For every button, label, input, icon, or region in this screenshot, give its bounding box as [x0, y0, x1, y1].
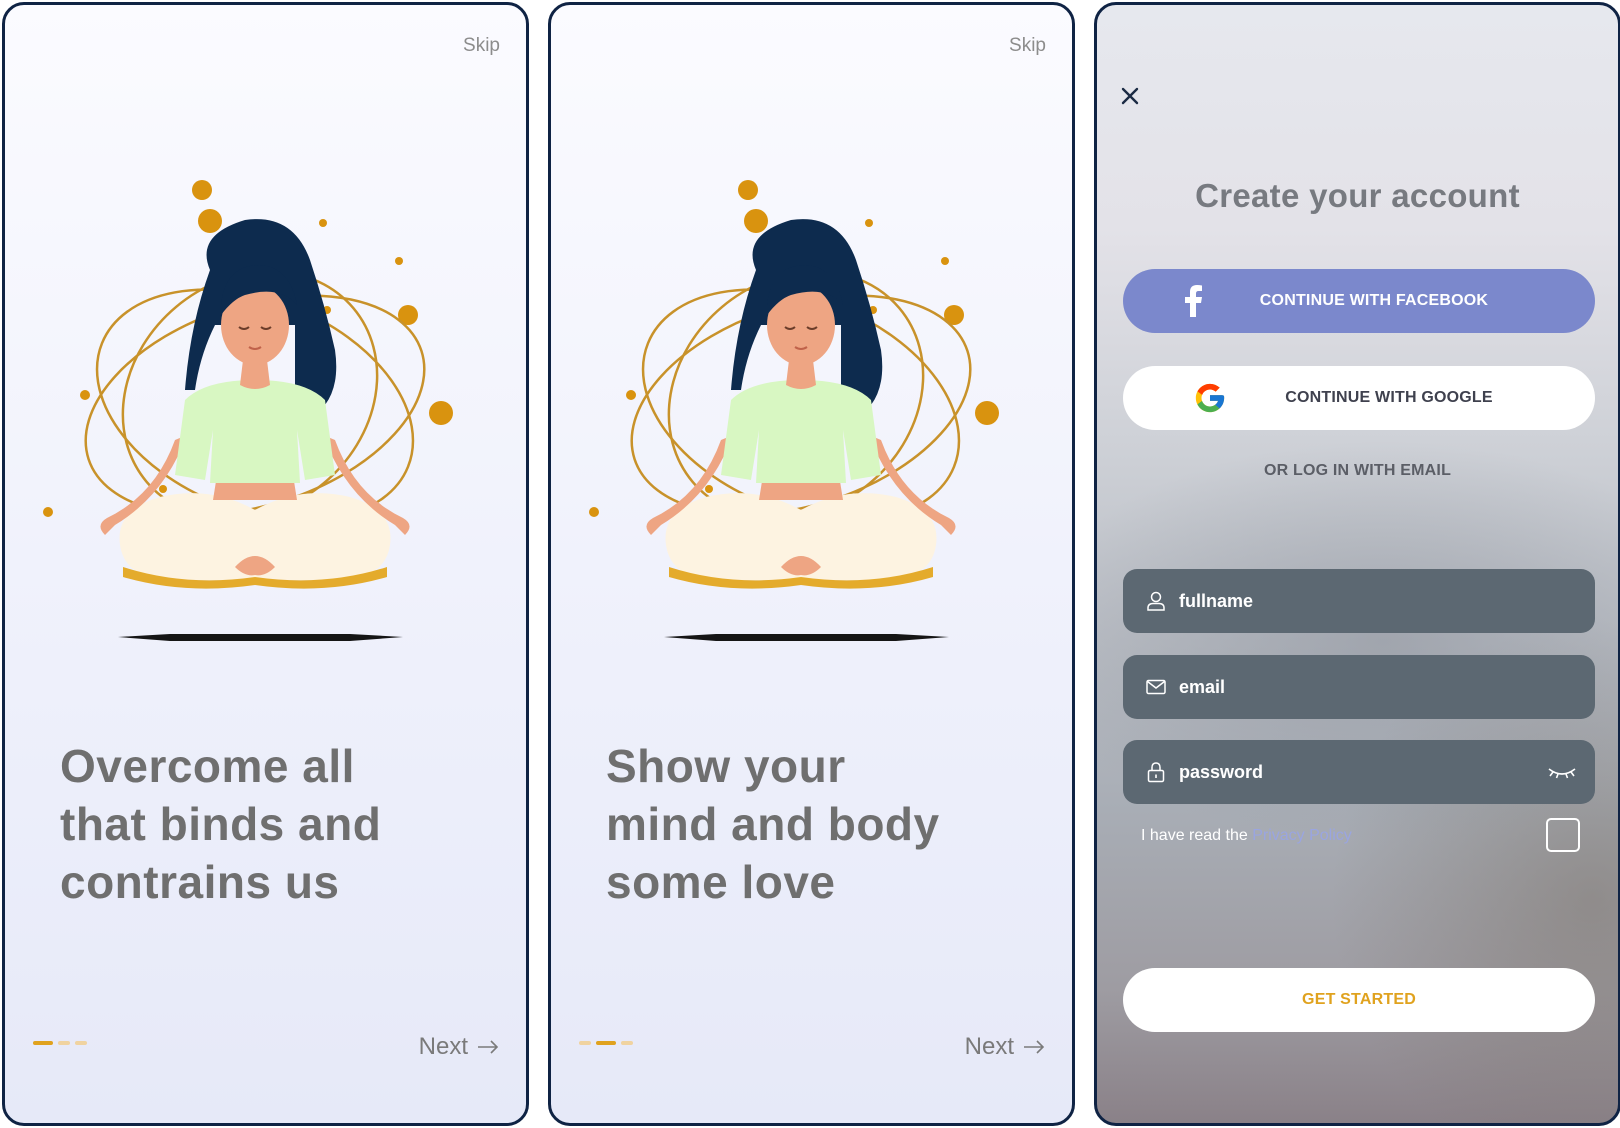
email-field — [1123, 655, 1595, 719]
page-dot — [75, 1041, 87, 1045]
google-icon — [1195, 383, 1225, 413]
email-input[interactable] — [1179, 676, 1509, 698]
eye-closed-icon[interactable] — [1547, 763, 1577, 781]
facebook-button-label: CONTINUE WITH FACEBOOK — [1259, 292, 1489, 309]
page-dot — [621, 1041, 633, 1045]
headline: Overcome all that binds and contrains us — [60, 740, 382, 908]
or-login-with-email-label: OR LOG IN WITH EMAIL — [1263, 462, 1452, 479]
continue-with-facebook-button[interactable]: CONTINUE WITH FACEBOOK — [1123, 269, 1595, 333]
google-button-label: CONTINUE WITH GOOGLE — [1285, 389, 1493, 406]
meditation-illustration — [589, 180, 999, 641]
fullname-input[interactable] — [1179, 590, 1509, 612]
privacy-policy-checkbox[interactable] — [1546, 818, 1580, 852]
onboarding-screen-2: Skip Show your mind and body some love N… — [548, 2, 1075, 1126]
get-started-label: GET STARTED — [1302, 991, 1416, 1008]
get-started-button[interactable]: GET STARTED — [1123, 968, 1595, 1032]
mail-icon — [1146, 679, 1166, 695]
next-button[interactable]: Next — [419, 1033, 500, 1061]
meditation-illustration — [43, 180, 453, 641]
page-dot-active — [596, 1041, 616, 1045]
headline: Show your mind and body some love — [606, 740, 940, 908]
password-field — [1123, 740, 1595, 804]
next-label: Next — [418, 1033, 468, 1060]
skip-button[interactable]: Skip — [463, 35, 500, 57]
next-button[interactable]: Next — [965, 1033, 1046, 1061]
page-title: Create your account — [1195, 177, 1520, 214]
arrow-right-icon — [478, 1040, 499, 1054]
next-label: Next — [964, 1033, 1014, 1060]
lock-icon — [1147, 762, 1165, 783]
page-indicator — [579, 1041, 633, 1045]
page-dot-active — [33, 1041, 53, 1045]
policy-prefix: I have read the — [1141, 827, 1253, 844]
page-dot — [58, 1041, 70, 1045]
skip-button[interactable]: Skip — [1009, 35, 1046, 57]
privacy-policy-link[interactable]: Privacy Policy — [1252, 827, 1352, 844]
arrow-right-icon — [1024, 1040, 1045, 1054]
privacy-policy-row: I have read the Privacy Policy — [1141, 827, 1352, 845]
user-icon — [1147, 591, 1165, 611]
onboarding-screen-1: Skip Overcome all that binds and contrai… — [2, 2, 529, 1126]
facebook-icon — [1185, 285, 1202, 317]
continue-with-google-button[interactable]: CONTINUE WITH GOOGLE — [1123, 366, 1595, 430]
password-input[interactable] — [1179, 761, 1509, 783]
fullname-field — [1123, 569, 1595, 633]
close-icon[interactable] — [1119, 85, 1141, 107]
signup-screen: Create your account CONTINUE WITH FACEBO… — [1094, 2, 1620, 1126]
page-indicator — [33, 1041, 87, 1045]
page-dot — [579, 1041, 591, 1045]
